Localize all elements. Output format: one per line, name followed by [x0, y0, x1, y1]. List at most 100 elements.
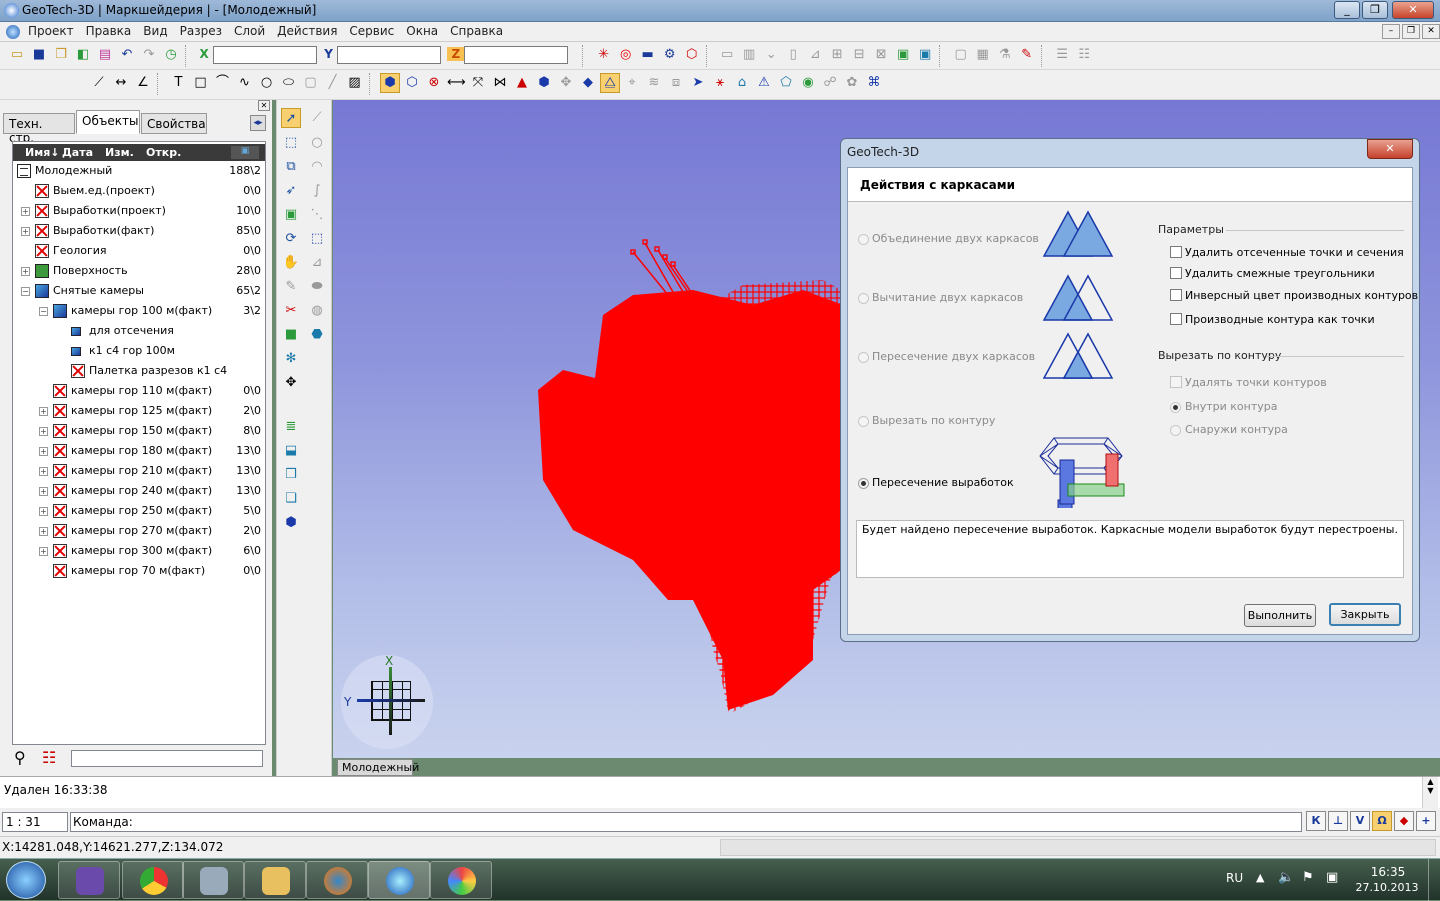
shape-tool-icon[interactable]: ◍ [307, 301, 327, 321]
layers2-icon[interactable]: ≋ [644, 73, 664, 93]
arc-icon[interactable]: ⌒ [213, 73, 233, 93]
rotate-icon[interactable]: ⟳ [281, 229, 301, 249]
paste-icon[interactable]: ▤ [95, 45, 115, 65]
snap-button-3[interactable]: Ω [1372, 811, 1392, 831]
tree-row[interactable]: Молодежный 188\2 [13, 161, 265, 181]
tool-9-icon[interactable]: ▣ [893, 45, 913, 65]
polyline-icon[interactable]: ∿ [235, 73, 255, 93]
dialog-close-button[interactable]: ✕ [1367, 139, 1413, 159]
tree-row[interactable]: − камеры гор 100 м(факт) 3\2 [13, 301, 265, 321]
taskbar-app-chrome[interactable] [122, 861, 184, 899]
tree-row[interactable]: + Выработки(факт) 85\0 [13, 221, 265, 241]
tree-row[interactable]: Выем.ед.(проект) 0\0 [13, 181, 265, 201]
volume-icon[interactable]: 🔈 [1278, 870, 1294, 885]
rectangle-icon[interactable]: □ [191, 73, 211, 93]
y-coordinate-input[interactable] [336, 46, 441, 64]
fill-icon[interactable]: ■ [281, 325, 301, 345]
circle-tool-icon[interactable]: ○ [307, 133, 327, 153]
panel-toggle-icon[interactable]: ◂▸ [250, 115, 266, 131]
command-input[interactable]: Команда: [70, 812, 1302, 832]
zoom-all-icon[interactable]: ❒ [281, 465, 301, 485]
layer-hidden-icon[interactable] [35, 204, 49, 218]
wireframe-icon[interactable]: ⬡ [402, 73, 422, 93]
panel-close-icon[interactable]: ✕ [258, 100, 270, 111]
tool-12-icon[interactable]: ▦ [973, 45, 993, 65]
tree-options-icon[interactable]: ☷ [42, 748, 64, 770]
join-icon[interactable]: ⟷ [446, 73, 466, 93]
line-icon[interactable]: ╱ [323, 73, 343, 93]
layer-hidden-icon[interactable] [35, 184, 49, 198]
cut-checkbox-delete-contour-points[interactable] [1170, 376, 1182, 388]
param-checkbox-delete-adjacent[interactable] [1170, 267, 1182, 279]
run-button[interactable]: Выполнить [1244, 604, 1316, 627]
tool-a-icon[interactable]: ⚹ [710, 73, 730, 93]
column-opened[interactable]: Откр. [146, 146, 181, 159]
layer-hidden-icon[interactable] [53, 384, 67, 398]
column-options-icon[interactable]: ▣ [231, 146, 259, 159]
column-date[interactable]: Дата [62, 146, 93, 159]
layer-icon[interactable] [35, 284, 49, 298]
pointer-edit-icon[interactable]: ➶ [281, 181, 301, 201]
text-icon[interactable]: T [169, 73, 189, 93]
document-icon[interactable] [6, 25, 20, 39]
blob-tool-icon[interactable]: ⬬ [307, 277, 327, 297]
point-icon[interactable]: ▣ [281, 205, 301, 225]
orientation-gizmo[interactable]: X Y [341, 654, 433, 749]
tree-row[interactable]: + камеры гор 150 м(факт) 8\0 [13, 421, 265, 441]
find-object-icon[interactable]: ⚲ [14, 748, 36, 770]
tree-expander-icon[interactable]: + [39, 447, 48, 456]
stack-icon[interactable]: ≣ [281, 417, 301, 437]
param-checkbox-contours-as-points[interactable] [1170, 313, 1182, 325]
taskbar-app-firefox[interactable] [306, 861, 368, 899]
zoom-prev-icon[interactable]: ❏ [281, 489, 301, 509]
z-coordinate-input[interactable] [464, 46, 569, 64]
flag-icon[interactable]: ⚑ [1302, 870, 1314, 885]
clock-icon[interactable]: ◷ [161, 45, 181, 65]
open-icon[interactable]: ▭ [7, 45, 27, 65]
app-icon[interactable] [4, 3, 19, 18]
dash-tool-icon[interactable]: ⋱ [307, 205, 327, 225]
surface-icon[interactable]: ⧈ [666, 73, 686, 93]
layer-hidden-icon[interactable] [53, 544, 67, 558]
show-desktop-button[interactable] [1428, 859, 1440, 901]
tree-expander-icon[interactable]: + [21, 227, 30, 236]
pencil-icon[interactable]: ✎ [281, 277, 301, 297]
minimize-button[interactable]: _ [1334, 1, 1360, 19]
snowflake-icon[interactable]: ✻ [281, 349, 301, 369]
layer-hidden-icon[interactable] [35, 224, 49, 238]
clock-date[interactable]: 27.10.2013 [1352, 881, 1422, 894]
select-multi-icon[interactable]: ⧉ [281, 157, 301, 177]
undo-icon[interactable]: ↶ [117, 45, 137, 65]
taskbar-app-paint[interactable] [430, 861, 492, 899]
tool-13-icon[interactable]: ⚗ [995, 45, 1015, 65]
tree-expander-icon[interactable]: − [21, 287, 30, 296]
tool-g-icon[interactable]: ✿ [842, 73, 862, 93]
close-button[interactable]: ✕ [1392, 1, 1434, 19]
column-name[interactable]: Имя↓ [25, 146, 59, 159]
project-icon[interactable] [17, 164, 31, 178]
zoom-window-icon[interactable]: ⬓ [281, 441, 301, 461]
profile-tool-icon[interactable]: ⊿ [307, 253, 327, 273]
redo-icon[interactable]: ↷ [139, 45, 159, 65]
copy-icon[interactable]: ❐ [51, 45, 71, 65]
tool-6-icon[interactable]: ⊞ [827, 45, 847, 65]
layer-hidden-icon[interactable] [53, 404, 67, 418]
tool-h-icon[interactable]: ⌘ [864, 73, 884, 93]
radio-workings-intersection[interactable] [858, 478, 869, 489]
radio-cut-by-contour[interactable] [858, 416, 869, 427]
menu-item-7[interactable]: Окна [400, 22, 444, 40]
language-indicator[interactable]: RU [1226, 871, 1243, 885]
tree-expander-icon[interactable]: + [39, 427, 48, 436]
hatch-icon[interactable]: ▨ [345, 73, 365, 93]
tool-b-icon[interactable]: ⌂ [732, 73, 752, 93]
save-icon[interactable]: ■ [29, 45, 49, 65]
layer-hidden-icon[interactable] [53, 444, 67, 458]
snap-button-5[interactable]: + [1416, 811, 1436, 831]
menu-item-5[interactable]: Действия [271, 22, 343, 40]
tree-row[interactable]: Геология 0\0 [13, 241, 265, 261]
arrow-icon[interactable]: ➤ [688, 73, 708, 93]
layer-hidden-icon[interactable] [53, 484, 67, 498]
layer-hidden-icon[interactable] [53, 504, 67, 518]
tool-5-icon[interactable]: ⊿ [805, 45, 825, 65]
tool-10-icon[interactable]: ▣ [915, 45, 935, 65]
